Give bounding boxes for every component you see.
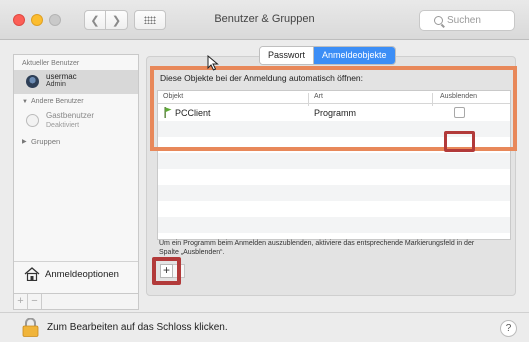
app-flag-icon [164, 107, 172, 118]
remove-user-button[interactable]: − [28, 294, 42, 309]
lock-icon[interactable] [22, 318, 39, 337]
table-row[interactable]: PCClient Programm [158, 105, 510, 121]
row-object: PCClient [175, 108, 211, 118]
remove-login-item-button[interactable] [173, 264, 185, 278]
help-button[interactable]: ? [500, 320, 517, 337]
users-sidebar: Aktueller Benutzer usermac Admin ▼ Ander… [13, 54, 139, 294]
house-icon [24, 267, 40, 281]
column-header-hide[interactable]: Ausblenden [440, 93, 477, 100]
empty-row [158, 201, 510, 217]
tab-password[interactable]: Passwort [260, 47, 315, 64]
lock-bar: Zum Bearbeiten auf das Schloss klicken. … [0, 312, 529, 342]
tab-bar: Passwort Anmeldeobjekte [259, 46, 396, 65]
column-header-kind[interactable]: Art [314, 93, 323, 100]
login-items-table: Objekt Art Ausblenden PCClient Programm [157, 90, 511, 240]
hide-hint-text: Um ein Programm beim Anmelden auszublend… [159, 240, 475, 256]
hide-checkbox[interactable] [454, 107, 465, 118]
sidebar-item-groups[interactable]: Gruppen [31, 137, 60, 146]
guest-avatar-icon [26, 114, 39, 127]
current-user-heading: Aktueller Benutzer [22, 60, 80, 67]
add-user-button[interactable]: + [14, 294, 28, 309]
disclosure-open-icon[interactable]: ▼ [22, 99, 28, 105]
search-field[interactable]: Suchen [419, 10, 515, 31]
empty-row [158, 185, 510, 201]
search-icon [434, 16, 443, 25]
empty-row [158, 217, 510, 233]
user-name: usermac [46, 72, 77, 81]
sidebar-bottom-bar: + − [13, 294, 139, 310]
sidebar-item-guest[interactable]: Gastbenutzer [46, 111, 94, 120]
search-placeholder: Suchen [447, 15, 481, 26]
lock-instruction: Zum Bearbeiten auf das Schloss klicken. [47, 322, 228, 333]
avatar [26, 75, 39, 88]
login-options-button[interactable]: Anmeldeoptionen [14, 261, 138, 285]
column-header-object[interactable]: Objekt [163, 93, 183, 100]
sidebar-item-usermac[interactable]: usermac Admin [14, 70, 138, 94]
empty-row [158, 121, 510, 137]
row-kind: Programm [314, 108, 357, 118]
other-users-heading: Andere Benutzer [31, 98, 84, 105]
table-header: Objekt Art Ausblenden [158, 91, 510, 106]
title-bar: ❮ ❯ Benutzer & Gruppen Suchen [0, 0, 529, 40]
guest-status: Deaktiviert [46, 122, 80, 129]
add-login-item-button[interactable]: + [160, 264, 173, 278]
login-options-label: Anmeldeoptionen [45, 269, 119, 280]
user-role: Admin [46, 81, 66, 88]
mouse-cursor-icon [207, 55, 219, 71]
login-items-instruction: Diese Objekte bei der Anmeldung automati… [160, 73, 364, 83]
empty-row [158, 153, 510, 169]
empty-row [158, 169, 510, 185]
disclosure-closed-icon[interactable]: ▶ [22, 138, 27, 145]
empty-row [158, 137, 510, 153]
tab-login-items[interactable]: Anmeldeobjekte [314, 47, 395, 64]
